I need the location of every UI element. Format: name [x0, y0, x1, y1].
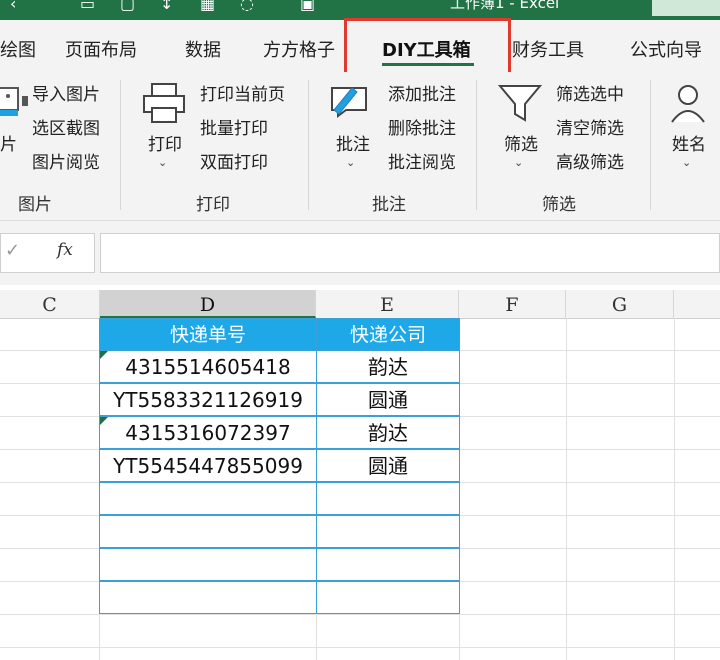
shape-icon[interactable]: ◌	[240, 0, 254, 13]
table-cell-tracking-number[interactable]: 4315316072397	[99, 416, 317, 449]
save-icon[interactable]: ▭	[80, 0, 95, 13]
comment-button[interactable]: 批注	[336, 130, 370, 155]
tab-page-layout[interactable]: 页面布局	[65, 36, 137, 62]
batch-print-button[interactable]: 批量打印	[200, 114, 268, 139]
function-icon[interactable]: fx	[57, 240, 73, 260]
picture-button[interactable]: 片	[0, 130, 17, 155]
filter-selected-button[interactable]: 筛选选中	[556, 80, 624, 105]
picture-small-icon	[22, 96, 28, 106]
print-button[interactable]: 打印	[148, 130, 182, 155]
table-cell-tracking-number[interactable]: 4315514605418	[99, 350, 317, 383]
group-divider	[476, 80, 477, 210]
table-header-tracking-number[interactable]: 快递单号	[99, 318, 317, 351]
document-title: 工作簿1 - Excel	[450, 0, 560, 12]
table-cell-empty[interactable]	[316, 515, 460, 548]
column-header-g[interactable]: G	[566, 290, 674, 318]
comment-icon	[331, 87, 367, 118]
tab-fangfang[interactable]: 方方格子	[263, 36, 335, 62]
chevron-down-icon[interactable]: ⌄	[158, 156, 167, 169]
group-divider	[120, 80, 121, 210]
group-label-picture: 图片	[18, 195, 52, 215]
table-cell-empty[interactable]	[99, 581, 317, 614]
view-comments-button[interactable]: 批注阅览	[388, 148, 456, 173]
capture-selection-button[interactable]: 选区截图	[32, 114, 100, 139]
funnel-icon	[498, 85, 542, 122]
tab-finance[interactable]: 财务工具	[512, 36, 584, 62]
group-divider	[308, 80, 309, 210]
group-label-filter: 筛选	[542, 195, 576, 215]
person-icon	[671, 85, 705, 123]
table-cell-tracking-number[interactable]: YT5583321126919	[99, 383, 317, 416]
back-icon[interactable]: ‹	[10, 0, 16, 13]
table-cell-courier[interactable]: 圆通	[316, 449, 460, 482]
table-header-courier[interactable]: 快递公司	[316, 318, 460, 351]
group-divider	[650, 80, 651, 210]
browse-pictures-button[interactable]: 图片阅览	[32, 148, 100, 173]
sort-icon[interactable]: ↕	[160, 0, 173, 13]
column-header-e[interactable]: E	[316, 290, 459, 318]
column-header-f[interactable]: F	[459, 290, 566, 318]
group-label-comment: 批注	[372, 195, 406, 215]
add-comment-button[interactable]: 添加批注	[388, 80, 456, 105]
picture-icon	[0, 87, 19, 116]
text-icon[interactable]: ▣	[300, 0, 315, 13]
group-label-print: 打印	[196, 195, 230, 215]
table-cell-tracking-number[interactable]: YT5545447855099	[99, 449, 317, 482]
share-button[interactable]	[652, 0, 720, 16]
table-cell-courier[interactable]: 韵达	[316, 416, 460, 449]
table-cell-empty[interactable]	[316, 548, 460, 581]
title-bar: ‹ ▭ ▢ ↕ ▦ ◌ ▣ 工作簿1 - Excel	[0, 0, 720, 20]
tab-formula-wizard[interactable]: 公式向导	[630, 36, 702, 62]
duplex-print-button[interactable]: 双面打印	[200, 148, 268, 173]
filter-button[interactable]: 筛选	[504, 130, 538, 155]
grid-line	[0, 614, 720, 615]
grid-line	[674, 318, 675, 660]
tab-data[interactable]: 数据	[185, 36, 221, 62]
formula-input[interactable]	[100, 233, 720, 273]
table-cell-empty[interactable]	[316, 581, 460, 614]
number-as-text-indicator	[100, 351, 108, 359]
import-picture-button[interactable]: 导入图片	[32, 80, 100, 105]
chevron-down-icon[interactable]: ⌄	[514, 156, 523, 169]
table-cell-courier[interactable]: 韵达	[316, 350, 460, 383]
number-as-text-indicator	[100, 417, 108, 425]
table-cell-empty[interactable]	[99, 515, 317, 548]
tab-draw[interactable]: 绘图	[0, 36, 36, 62]
advanced-filter-button[interactable]: 高级筛选	[556, 148, 624, 173]
check-icon[interactable]: ✓	[5, 240, 20, 261]
chevron-down-icon[interactable]: ⌄	[682, 156, 691, 169]
name-button[interactable]: 姓名	[672, 130, 706, 155]
grid-line	[566, 318, 567, 660]
table-cell-empty[interactable]	[99, 548, 317, 581]
table-icon[interactable]: ▦	[200, 0, 215, 13]
column-header-c[interactable]: C	[0, 290, 100, 318]
clear-filter-button[interactable]: 清空筛选	[556, 114, 624, 139]
table-cell-empty[interactable]	[99, 482, 317, 515]
column-header-d[interactable]: D	[100, 290, 316, 318]
table-cell-empty[interactable]	[316, 482, 460, 515]
chevron-down-icon[interactable]: ⌄	[346, 156, 355, 169]
delete-comment-button[interactable]: 删除批注	[388, 114, 456, 139]
printer-icon	[143, 83, 185, 123]
grid-line	[0, 647, 720, 648]
new-icon[interactable]: ▢	[120, 0, 135, 13]
print-current-page-button[interactable]: 打印当前页	[200, 80, 285, 105]
name-box[interactable]: ✓ fx	[0, 233, 95, 273]
table-cell-courier[interactable]: 圆通	[316, 383, 460, 416]
